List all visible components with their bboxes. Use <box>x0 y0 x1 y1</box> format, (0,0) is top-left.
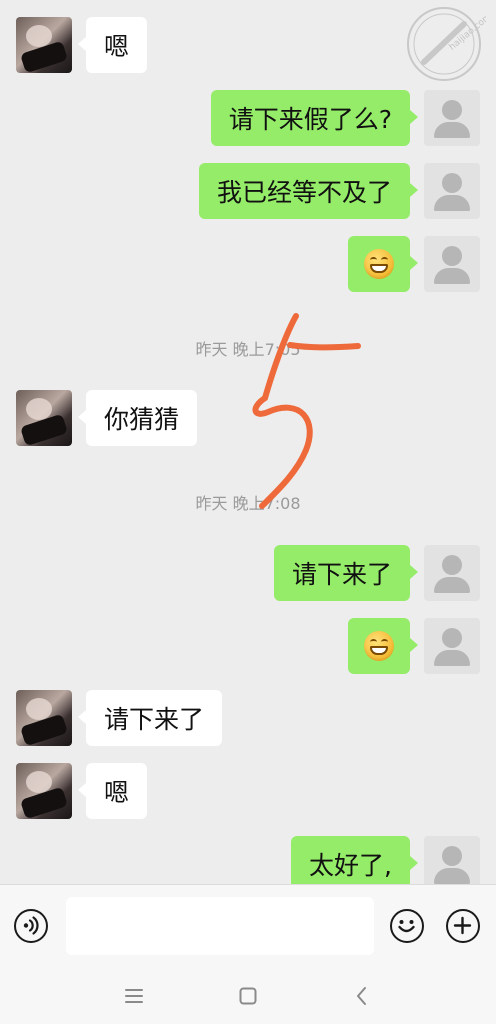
message-text-input[interactable] <box>66 897 374 955</box>
home-icon[interactable] <box>236 984 260 1008</box>
system-navigation-bar <box>0 966 496 1024</box>
menu-icon[interactable] <box>122 984 146 1008</box>
plus-icon[interactable] <box>446 909 480 943</box>
handwritten-annotation <box>252 313 361 509</box>
back-icon[interactable] <box>350 984 374 1008</box>
chat-message-list[interactable]: 嗯 haijiao.com 请下来假了么? 我已经等不及了 昨天 晚上7:05 … <box>0 0 496 884</box>
message-input-bar <box>0 884 496 967</box>
voice-icon[interactable] <box>14 909 48 943</box>
emoji-icon[interactable] <box>390 909 424 943</box>
